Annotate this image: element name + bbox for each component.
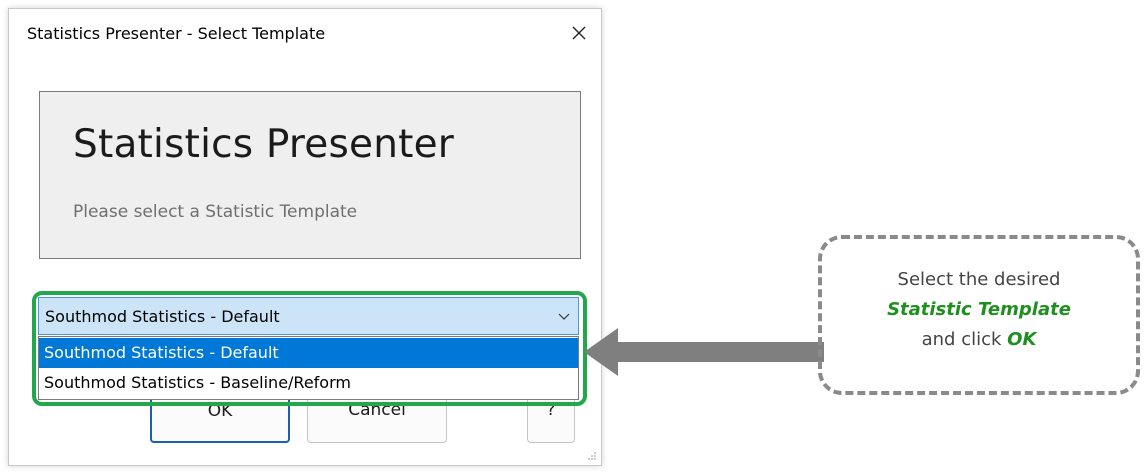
header-banner: Statistics Presenter Please select a Sta…	[39, 91, 581, 259]
banner-title: Statistics Presenter	[73, 122, 455, 167]
banner-subtitle: Please select a Statistic Template	[73, 202, 358, 222]
dialog-title: Statistics Presenter - Select Template	[27, 24, 326, 43]
instruction-callout: Select the desired Statistic Template an…	[818, 235, 1140, 395]
dropdown-highlight-frame	[32, 291, 587, 406]
callout-line-3: and click OK	[822, 325, 1136, 355]
callout-text: Select the desired Statistic Template an…	[822, 265, 1136, 355]
select-template-dialog: Statistics Presenter - Select Template S…	[8, 8, 602, 466]
resize-grip-icon[interactable]	[587, 451, 597, 461]
cancel-button-label: Cancel	[348, 400, 406, 420]
help-button-label: ?	[546, 400, 556, 420]
close-icon	[572, 26, 586, 40]
pointer-arrow-icon	[584, 328, 824, 376]
callout-line-3-prefix: and click	[921, 329, 1008, 350]
callout-emphasis-ok: OK	[1007, 329, 1037, 350]
callout-line-1: Select the desired	[897, 269, 1061, 290]
callout-emphasis-template: Statistic Template	[887, 299, 1071, 320]
title-bar: Statistics Presenter - Select Template	[9, 9, 601, 57]
ok-button-label: OK	[207, 401, 233, 421]
close-button[interactable]	[559, 15, 599, 51]
